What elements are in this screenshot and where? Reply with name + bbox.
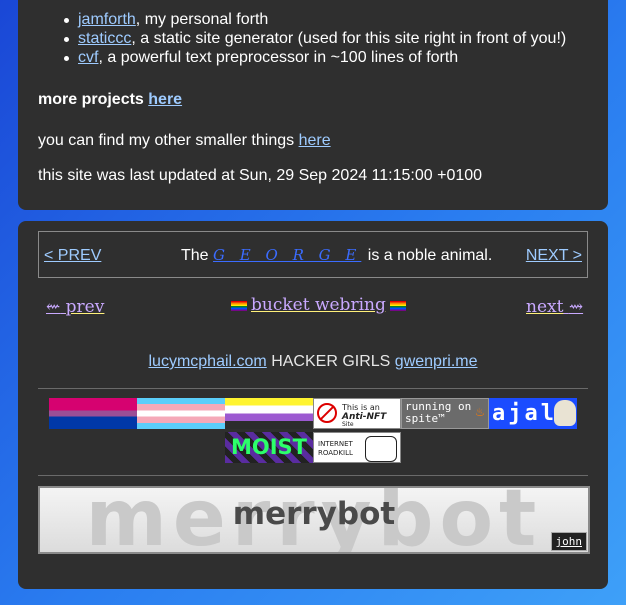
smaller-things-text: you can find my other smaller things (38, 132, 295, 149)
running-on-spite-button[interactable]: running on spite™ ♨ (401, 398, 489, 429)
more-projects-link[interactable]: here (148, 91, 182, 108)
project-desc: , a powerful text preprocessor in ~100 l… (98, 49, 459, 66)
webring-prev-link[interactable]: < PREV (44, 247, 101, 265)
cow-icon (365, 436, 397, 462)
projects-panel: jamforth, my personal forth staticcc, a … (18, 0, 608, 210)
george-webring: < PREV The G E O R G E is a noble animal… (38, 231, 588, 278)
bucket-webring-prev-link[interactable]: ⇜ prev (46, 297, 104, 317)
last-updated-text: this site was last updated at Sun, 29 Se… (38, 167, 483, 184)
project-link-jamforth[interactable]: jamforth (78, 11, 136, 28)
more-projects-label: more projects (38, 91, 144, 108)
merrybot-banner[interactable]: merrybot merrybot john (38, 486, 590, 554)
roadkill-line1: INTERNET (318, 440, 353, 448)
fire-icon: ♨ (475, 404, 484, 420)
hacker-girls-label: HACKER GIRLS (271, 353, 391, 370)
divider (38, 388, 588, 389)
webring-post-text: is a noble animal. (367, 247, 493, 264)
trans-flag-button[interactable] (137, 398, 225, 429)
pride-flag-icon (389, 300, 406, 311)
hacker-girls-webring: lucymcphail.com HACKER GIRLS gwenpri.me (18, 353, 608, 371)
list-item: jamforth, my personal forth (18, 10, 566, 29)
list-item: staticcc, a static site generator (used … (18, 29, 566, 48)
project-link-cvf[interactable]: cvf (78, 49, 98, 66)
arrow-right-icon: ⇝ (568, 297, 584, 317)
project-desc: , a static site generator (used for this… (131, 30, 567, 47)
anti-nft-line1: This is an (342, 403, 380, 412)
nonbinary-flag-button[interactable] (225, 398, 313, 429)
hacker-girls-prev-link[interactable]: lucymcphail.com (148, 353, 266, 370)
project-link-staticcc[interactable]: staticcc (78, 30, 131, 47)
webrings-panel: < PREV The G E O R G E is a noble animal… (18, 221, 608, 589)
more-projects-heading: more projects here (38, 91, 182, 109)
webring-pre-text: The (181, 247, 209, 264)
spite-line2: spite™ (405, 412, 445, 425)
list-item: cvf, a powerful text preprocessor in ~10… (18, 48, 566, 67)
skull-icon (554, 400, 576, 426)
webring-title: The G E O R G E is a noble animal. (181, 246, 492, 265)
smaller-things-line: you can find my other smaller things her… (38, 132, 331, 150)
hacker-girls-next-link[interactable]: gwenpri.me (395, 353, 478, 370)
no-sign-icon (317, 403, 337, 423)
webring-next-link[interactable]: NEXT > (526, 247, 582, 265)
bi-flag-button[interactable] (49, 398, 137, 429)
ajal-button[interactable]: ajal (489, 398, 577, 429)
pride-flag-icon (231, 300, 247, 311)
project-desc: , my personal forth (135, 11, 269, 28)
moist-button[interactable]: MOIST (225, 432, 313, 463)
webring-george-link[interactable]: G E O R G E (213, 246, 361, 264)
bucket-webring-label[interactable]: bucket webring (251, 295, 386, 315)
merrybot-john-link[interactable]: john (550, 532, 587, 551)
smaller-things-link[interactable]: here (299, 132, 331, 149)
bucket-webring-next-label: next (526, 297, 564, 317)
ajal-label: ajal (492, 401, 557, 426)
anti-nft-line3: Site (342, 421, 354, 428)
bucket-webring-next-link[interactable]: next ⇝ (526, 297, 583, 317)
anti-nft-button[interactable]: This is an Anti-NFT Site (313, 398, 401, 429)
internet-roadkill-button[interactable]: INTERNET ROADKILL (313, 432, 401, 463)
roadkill-line2: ROADKILL (318, 449, 353, 457)
bucket-webring-title: bucket webring (231, 295, 406, 315)
moist-label: MOIST (230, 435, 307, 459)
bucket-webring-prev-label: prev (65, 297, 105, 317)
merrybot-text: merrybot (232, 496, 396, 532)
arrow-left-icon: ⇜ (46, 297, 61, 317)
projects-list: jamforth, my personal forth staticcc, a … (18, 10, 566, 67)
divider (38, 475, 588, 476)
